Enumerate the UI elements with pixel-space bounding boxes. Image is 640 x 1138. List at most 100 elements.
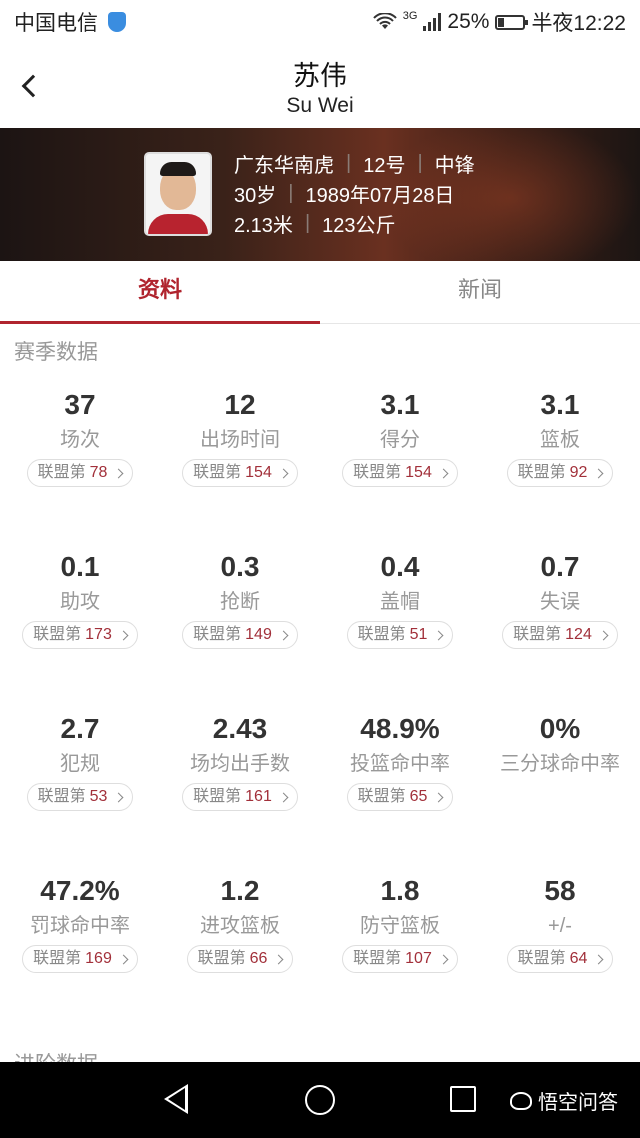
battery-icon <box>495 14 529 30</box>
stat-label: 盖帽 <box>380 591 420 613</box>
rank-prefix: 联盟第 <box>33 950 82 967</box>
tab-news[interactable]: 新闻 <box>320 261 640 323</box>
rank-prefix: 联盟第 <box>353 950 402 967</box>
stat-cell: 1.8 防守篮板联盟第 107 <box>320 866 480 1028</box>
section-title: 赛季数据 <box>14 341 98 364</box>
nav-home-icon[interactable] <box>305 1085 335 1115</box>
rank-prefix: 联盟第 <box>357 788 406 805</box>
stat-cell: 2.7 犯规 联盟第 53 <box>0 704 160 866</box>
stat-cell: 0% 三分球命中率 <box>480 704 640 866</box>
stat-value: 0.1 <box>60 551 100 582</box>
stat-label: 抢断 <box>220 591 260 613</box>
stat-value: 47.2% <box>40 875 120 906</box>
stat-label: 防守篮板 <box>360 915 440 937</box>
league-rank-button[interactable]: 联盟第 161 <box>182 783 298 811</box>
chevron-right-icon <box>433 630 444 640</box>
rank-number: 65 <box>409 788 428 805</box>
network-type: 3G <box>402 10 418 22</box>
next-section-title: 进阶数据 <box>14 1048 98 1062</box>
stat-label: 得分 <box>380 429 420 451</box>
league-rank-button[interactable]: 联盟第 169 <box>22 945 138 973</box>
chevron-right-icon <box>593 468 604 478</box>
status-bar: 中国电信 3G 25% 半夜12:22 <box>0 0 640 44</box>
stat-label: 进攻篮板 <box>200 915 280 937</box>
stat-cell: 2.43 场均出手数联盟第 161 <box>160 704 320 866</box>
clock: 半夜12:22 <box>531 12 626 35</box>
chevron-right-icon <box>438 954 449 964</box>
stat-cell: 0.4 盖帽联盟第 51 <box>320 542 480 704</box>
league-rank-button[interactable]: 联盟第 64 <box>506 945 614 973</box>
tab-bar: 资料 新闻 <box>0 261 640 324</box>
player-age: 30岁 <box>234 184 277 207</box>
stat-value: 1.8 <box>380 875 420 906</box>
nav-header: 苏伟 Su Wei <box>0 44 640 128</box>
stat-value: 0.4 <box>380 551 420 582</box>
chevron-right-icon <box>278 630 289 640</box>
stats-row: 47.2% 罚球命中率 联盟第 169 1.2 进攻篮板 联盟第 66 1.8 防守篮板 联盟第 10… <box>0 866 640 1028</box>
league-rank-button[interactable]: 联盟第 149 <box>182 621 298 649</box>
nav-back-icon[interactable] <box>164 1084 188 1114</box>
stat-cell: 3.1 篮板 联盟第 92 <box>480 380 640 542</box>
rank-prefix: 联盟第 <box>37 788 86 805</box>
league-rank-button[interactable]: 联盟第 53 <box>26 783 134 811</box>
chevron-right-icon <box>438 468 449 478</box>
league-rank-button[interactable]: 联盟第 78 <box>26 459 134 487</box>
page-subtitle: Su Wei <box>286 94 354 117</box>
league-rank-button[interactable]: 联盟第 107 <box>342 945 458 973</box>
stat-label: 三分球命中率 <box>500 753 620 775</box>
wukong-logo-icon <box>510 1091 532 1110</box>
rank-prefix: 联盟第 <box>197 950 246 967</box>
chevron-right-icon <box>118 954 129 964</box>
league-rank-button[interactable]: 联盟第 66 <box>186 945 294 973</box>
watermark: 悟空问答 <box>510 1086 618 1115</box>
league-rank-button[interactable]: 联盟第 154 <box>342 459 458 487</box>
page-title: 苏伟 <box>293 61 347 91</box>
league-rank-button[interactable]: 联盟第 124 <box>502 621 618 649</box>
system-nav-bar: 悟空问答 <box>0 1062 640 1138</box>
player-number: 12号 <box>363 154 406 177</box>
league-rank-button[interactable]: 联盟第 173 <box>22 621 138 649</box>
rank-prefix: 联盟第 <box>517 950 566 967</box>
player-birthday: 1989年07月28日 <box>305 184 455 207</box>
carrier-label: 中国电信 <box>14 12 98 35</box>
league-rank-button[interactable]: 联盟第 92 <box>506 459 614 487</box>
stats-row: 0.1 助攻 联盟第 173 0.3 抢断 联盟第 149 0.4 盖帽 联盟第 51 0.7 失误 联盟第… <box>0 542 640 704</box>
battery-percent: 25% <box>447 10 490 33</box>
stat-cell: 1.2 进攻篮板 联盟第 66 <box>160 866 320 1028</box>
rank-number: 154 <box>405 464 432 481</box>
player-team: 广东华南虎 <box>234 154 334 177</box>
stat-value: 0.3 <box>220 551 260 582</box>
player-info: 广东华南虎 | 12号 | 中锋 30岁 | 1989年07月28日 2.13米… <box>234 148 475 238</box>
stat-value: 2.43 <box>212 713 268 744</box>
player-banner: 广东华南虎 | 12号 | 中锋 30岁 | 1989年07月28日 2.13米… <box>0 128 640 261</box>
rank-number: 66 <box>249 950 268 967</box>
player-weight: 123公斤 <box>322 214 396 237</box>
rank-prefix: 联盟第 <box>193 626 242 643</box>
league-rank-button[interactable]: 联盟第 154 <box>182 459 298 487</box>
stat-label: +/- <box>548 915 572 937</box>
nav-recents-icon[interactable] <box>450 1086 476 1112</box>
stats-grid: 37 场次 联盟第 78 12 出场时间 联盟第 154 3.1 得分 联盟第 154 3.1 篮板 联盟第… <box>0 380 640 1028</box>
stat-value: 3.1 <box>540 389 580 420</box>
stat-label: 场均出手数 <box>190 753 290 775</box>
stat-cell: 0.3 抢断联盟第 149 <box>160 542 320 704</box>
chevron-right-icon <box>278 792 289 802</box>
rank-number: 124 <box>565 626 592 643</box>
stat-cell: 3.1 得分 联盟第 154 <box>320 380 480 542</box>
league-rank-button[interactable]: 联盟第 65 <box>346 783 454 811</box>
stat-cell: 12 出场时间 联盟第 154 <box>160 380 320 542</box>
divider: | <box>346 151 352 174</box>
stat-label: 助攻 <box>60 591 100 613</box>
divider: | <box>417 151 423 174</box>
player-avatar <box>144 152 212 236</box>
stat-label: 犯规 <box>60 753 100 775</box>
stat-value: 48.9% <box>360 713 440 744</box>
stats-row: 2.7 犯规 联盟第 53 2.43 场均出手数 联盟第 161 48.9% 投篮命中率 联盟第 65… <box>0 704 640 866</box>
stat-label: 出场时间 <box>200 429 280 451</box>
tab-profile[interactable]: 资料 <box>0 261 320 324</box>
rank-number: 169 <box>85 950 112 967</box>
rank-prefix: 联盟第 <box>357 626 406 643</box>
chevron-right-icon <box>593 954 604 964</box>
league-rank-button[interactable]: 联盟第 51 <box>346 621 454 649</box>
rank-number: 173 <box>85 626 112 643</box>
